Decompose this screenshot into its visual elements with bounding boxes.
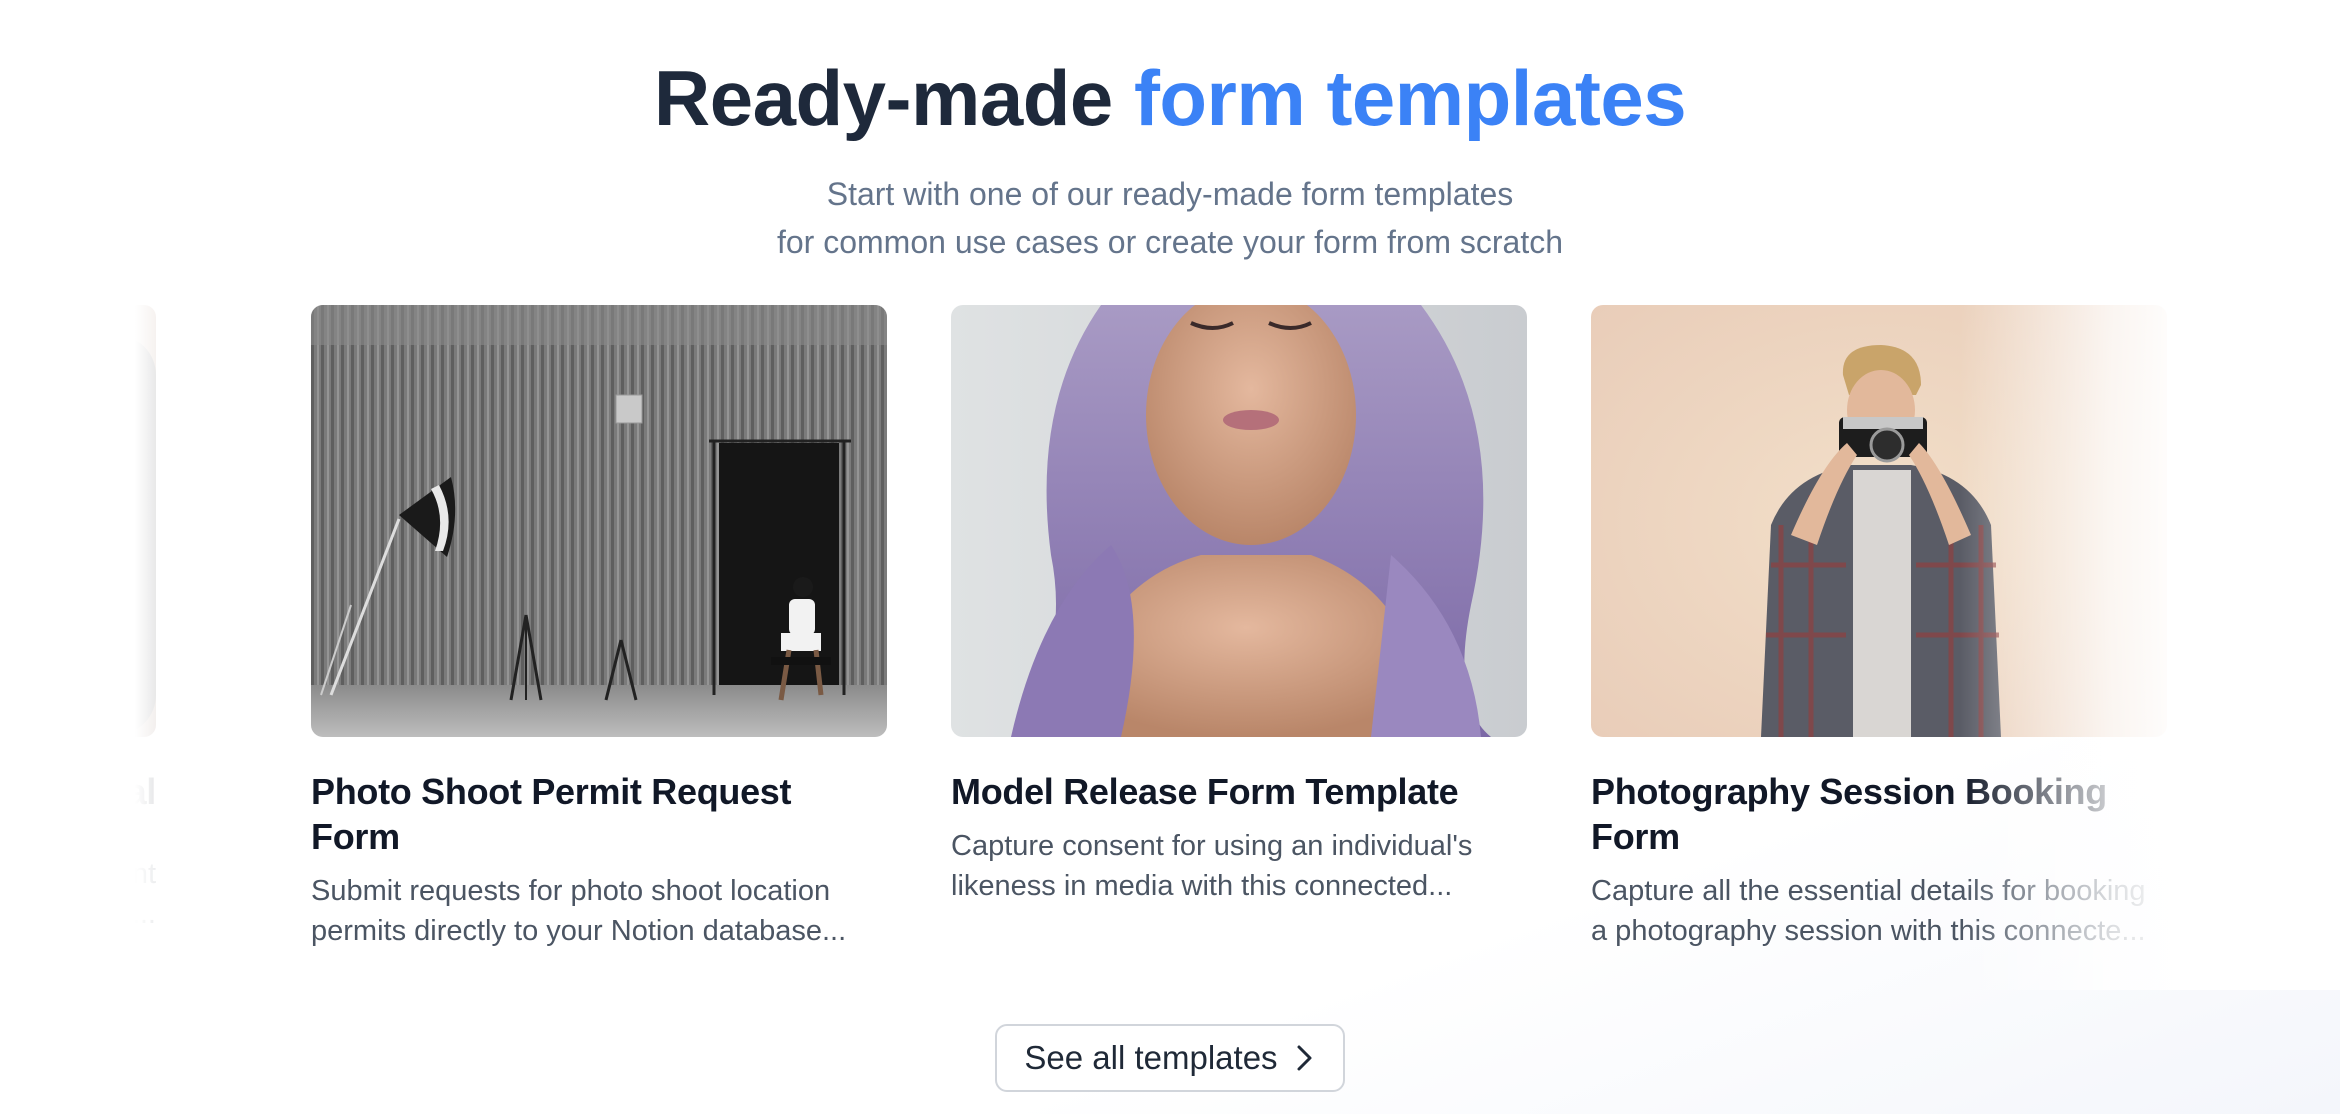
section-heading: Ready-made form templates xyxy=(0,52,2340,146)
see-all-templates-label: See all templates xyxy=(1024,1039,1278,1076)
photographer-with-camera-image xyxy=(1591,305,2167,737)
description-line-1: nt xyxy=(131,858,156,890)
template-thumbnail[interactable] xyxy=(951,305,1527,737)
template-card-description: Capture consent for using an individual'… xyxy=(951,830,1473,902)
description-line-2: n... xyxy=(115,898,156,930)
purple-hair-portrait-image xyxy=(951,305,1527,737)
section-subtitle: Start with one of our ready-made form te… xyxy=(0,170,2340,266)
template-thumbnail[interactable] xyxy=(1591,305,2167,737)
template-card-photo-shoot-permit[interactable]: Photo Shoot Permit Request Form Submit r… xyxy=(311,305,887,951)
see-all-templates-button[interactable]: See all templates xyxy=(995,1024,1345,1092)
template-card-model-release[interactable]: Model Release Form Template Capture cons… xyxy=(951,305,1527,906)
camera-closeup-image xyxy=(0,305,156,737)
studio-wall-photo-image xyxy=(311,305,887,737)
template-card-partial[interactable]: tal nt n... xyxy=(0,305,156,934)
template-card-title[interactable]: tal xyxy=(0,769,156,814)
template-card-description: Capture all the essential details for bo… xyxy=(1591,875,2146,947)
subtitle-line-2: for common use cases or create your form… xyxy=(776,224,1564,260)
heading-accent-text: form templates xyxy=(1133,54,1687,142)
template-thumbnail[interactable] xyxy=(311,305,887,737)
template-card-description: nt n... xyxy=(0,854,156,934)
chevron-right-icon xyxy=(1297,1045,1312,1071)
template-card-title[interactable]: Photography Session Booking Form xyxy=(1591,769,2167,859)
template-thumbnail[interactable] xyxy=(0,305,156,737)
templates-section: Ready-made form templates Start with one… xyxy=(0,0,2340,1114)
template-card-title[interactable]: Photo Shoot Permit Request Form xyxy=(311,769,887,859)
subtitle-line-1: Start with one of our ready-made form te… xyxy=(826,176,1514,212)
template-card-description: Submit requests for photo shoot location… xyxy=(311,875,847,947)
template-card-photography-session[interactable]: Photography Session Booking Form Capture… xyxy=(1591,305,2167,951)
heading-text: Ready-made xyxy=(653,54,1134,142)
template-card-title[interactable]: Model Release Form Template xyxy=(951,769,1527,814)
